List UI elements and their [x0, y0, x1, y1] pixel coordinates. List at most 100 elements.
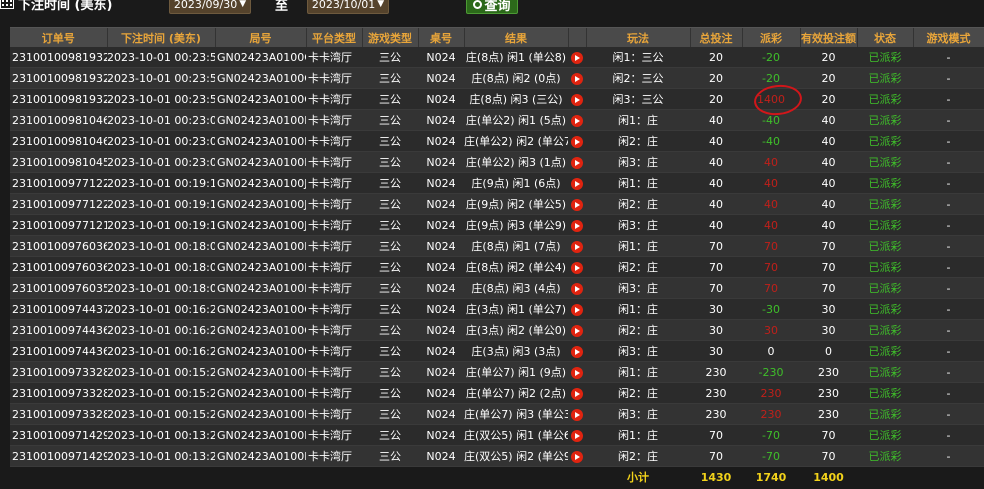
cell-replay	[568, 340, 586, 362]
play-replay-icon[interactable]	[571, 51, 583, 64]
cell-platform: 卡卡湾厅	[306, 403, 362, 425]
cell-total-bet: 230	[690, 361, 742, 383]
cell-bet-time: 2023-10-01 00:15:20	[107, 361, 215, 383]
cell-valid-bet: 40	[800, 151, 857, 173]
cell-order-id: 231001009819323	[10, 88, 107, 110]
play-replay-icon[interactable]	[571, 408, 583, 421]
play-replay-icon[interactable]	[571, 93, 583, 106]
cell-game-type: 三公	[362, 256, 418, 278]
cell-table-no: N024	[418, 424, 464, 446]
cell-replay	[568, 319, 586, 341]
cell-platform: 卡卡湾厅	[306, 424, 362, 446]
query-button[interactable]: 查询	[466, 0, 518, 14]
cell-bet-time: 2023-10-01 00:23:01	[107, 109, 215, 131]
table-row[interactable]: 231001009744366 2023-10-01 00:16:24 GN0242…	[10, 340, 984, 362]
cell-round-id: GN02423A0100I	[215, 256, 306, 278]
play-replay-icon[interactable]	[571, 219, 583, 232]
cell-valid-bet: 40	[800, 130, 857, 152]
cell-round-id: GN02423A0100N	[215, 109, 306, 131]
play-replay-icon[interactable]	[571, 429, 583, 442]
table-row[interactable]: 231001009810457 2023-10-01 00:23:01 GN0242…	[10, 151, 984, 173]
cell-payout: -70	[742, 424, 800, 446]
cell-round-id: GN02423A0100D	[215, 424, 306, 446]
col-header-result: 结果	[464, 28, 569, 47]
table-row[interactable]: 231001009714296 2023-10-01 00:13:21 GN0242…	[10, 424, 984, 446]
play-replay-icon[interactable]	[571, 324, 583, 337]
cell-total-bet: 230	[690, 382, 742, 404]
play-replay-icon[interactable]	[571, 366, 583, 379]
cell-game-mode: -	[913, 109, 984, 131]
cell-bet-time: 2023-10-01 00:19:10	[107, 214, 215, 236]
table-row[interactable]: 231001009760361 2023-10-01 00:18:08 GN0242…	[10, 235, 984, 257]
play-replay-icon[interactable]	[571, 303, 583, 316]
start-date-select[interactable]: 2023/09/30 ▼	[169, 0, 251, 14]
cell-table-no: N024	[418, 235, 464, 257]
table-row[interactable]: 231001009819325 2023-10-01 00:23:51 GN0242…	[10, 47, 984, 68]
cell-game-type: 三公	[362, 340, 418, 362]
play-replay-icon[interactable]	[571, 450, 583, 463]
table-row[interactable]: 231001009771219 2023-10-01 00:19:10 GN0242…	[10, 214, 984, 236]
table-row[interactable]: 231001009744370 2023-10-01 00:16:24 GN0242…	[10, 298, 984, 320]
table-row[interactable]: 231001009733284 2023-10-01 00:15:20 GN0242…	[10, 382, 984, 404]
col-header-game-mode: 游戏模式	[913, 28, 984, 47]
cell-valid-bet: 70	[800, 424, 857, 446]
cell-replay	[568, 193, 586, 215]
cell-bet-time: 2023-10-01 00:16:24	[107, 340, 215, 362]
play-replay-icon[interactable]	[571, 156, 583, 169]
col-header-game-type: 游戏类型	[362, 28, 419, 47]
play-replay-icon[interactable]	[571, 387, 583, 400]
cell-table-no: N024	[418, 193, 464, 215]
cell-payout: 0	[742, 340, 800, 362]
play-replay-icon[interactable]	[571, 282, 583, 295]
cell-payout: -20	[742, 47, 800, 68]
cell-platform: 卡卡湾厅	[306, 193, 362, 215]
cell-status: 已派彩	[857, 235, 913, 257]
cell-game-type: 三公	[362, 130, 418, 152]
cell-total-bet: 30	[690, 319, 742, 341]
table-row[interactable]: 231001009810462 2023-10-01 00:23:01 GN0242…	[10, 109, 984, 131]
cell-game-mode: -	[913, 277, 984, 299]
cell-game-mode: -	[913, 424, 984, 446]
cell-order-id: 231001009760359	[10, 277, 107, 299]
table-row[interactable]: 231001009714295 2023-10-01 00:13:21 GN0242…	[10, 445, 984, 467]
bet-time-filter-label: 下注时间 (美东)	[0, 0, 112, 14]
cell-result: 庄(单公7) 闲2 (2点)	[464, 382, 568, 404]
cell-table-no: N024	[418, 256, 464, 278]
cell-valid-bet: 40	[800, 172, 857, 194]
col-header-bet-time: 下注时间 (美东)	[107, 28, 216, 47]
table-row[interactable]: 231001009819324 2023-10-01 00:23:51 GN0242…	[10, 67, 984, 89]
table-row[interactable]: 231001009771223 2023-10-01 00:19:10 GN0242…	[10, 172, 984, 194]
cell-round-id: GN02423A0100O	[215, 88, 306, 110]
play-replay-icon[interactable]	[571, 114, 583, 127]
table-row[interactable]: 231001009819323 2023-10-01 00:23:51 GN0242…	[10, 88, 984, 110]
play-replay-icon[interactable]	[571, 240, 583, 253]
table-row[interactable]: 231001009733286 2023-10-01 00:15:20 GN0242…	[10, 361, 984, 383]
cell-bet-time: 2023-10-01 00:18:08	[107, 235, 215, 257]
play-replay-icon[interactable]	[571, 261, 583, 274]
play-replay-icon[interactable]	[571, 345, 583, 358]
cell-total-bet: 40	[690, 130, 742, 152]
search-icon	[473, 0, 483, 9]
play-replay-icon[interactable]	[571, 135, 583, 148]
end-date-select[interactable]: 2023/10/01 ▼	[307, 0, 389, 14]
table-row[interactable]: 231001009771221 2023-10-01 00:19:10 GN0242…	[10, 193, 984, 215]
table-row[interactable]: 231001009760360 2023-10-01 00:18:08 GN0242…	[10, 256, 984, 278]
table-row[interactable]: 231001009760359 2023-10-01 00:18:08 GN0242…	[10, 277, 984, 299]
subtotal-payout: 1740	[742, 466, 800, 487]
cell-platform: 卡卡湾厅	[306, 172, 362, 194]
table-row[interactable]: 231001009744369 2023-10-01 00:16:24 GN0242…	[10, 319, 984, 341]
cell-total-bet: 40	[690, 172, 742, 194]
cell-round-id: GN02423A0100F	[215, 382, 306, 404]
cell-replay	[568, 256, 586, 278]
table-row[interactable]: 231001009733283 2023-10-01 00:15:20 GN0242…	[10, 403, 984, 425]
cell-valid-bet: 230	[800, 361, 857, 383]
table-row[interactable]: 231001009810461 2023-10-01 00:23:01 GN0242…	[10, 130, 984, 152]
play-replay-icon[interactable]	[571, 72, 583, 85]
cell-play: 闲2：庄	[586, 256, 690, 278]
play-replay-icon[interactable]	[571, 198, 583, 211]
cell-platform: 卡卡湾厅	[306, 109, 362, 131]
cell-round-id: GN02423A0100F	[215, 403, 306, 425]
cell-game-mode: -	[913, 88, 984, 110]
cell-game-mode: -	[913, 235, 984, 257]
play-replay-icon[interactable]	[571, 177, 583, 190]
